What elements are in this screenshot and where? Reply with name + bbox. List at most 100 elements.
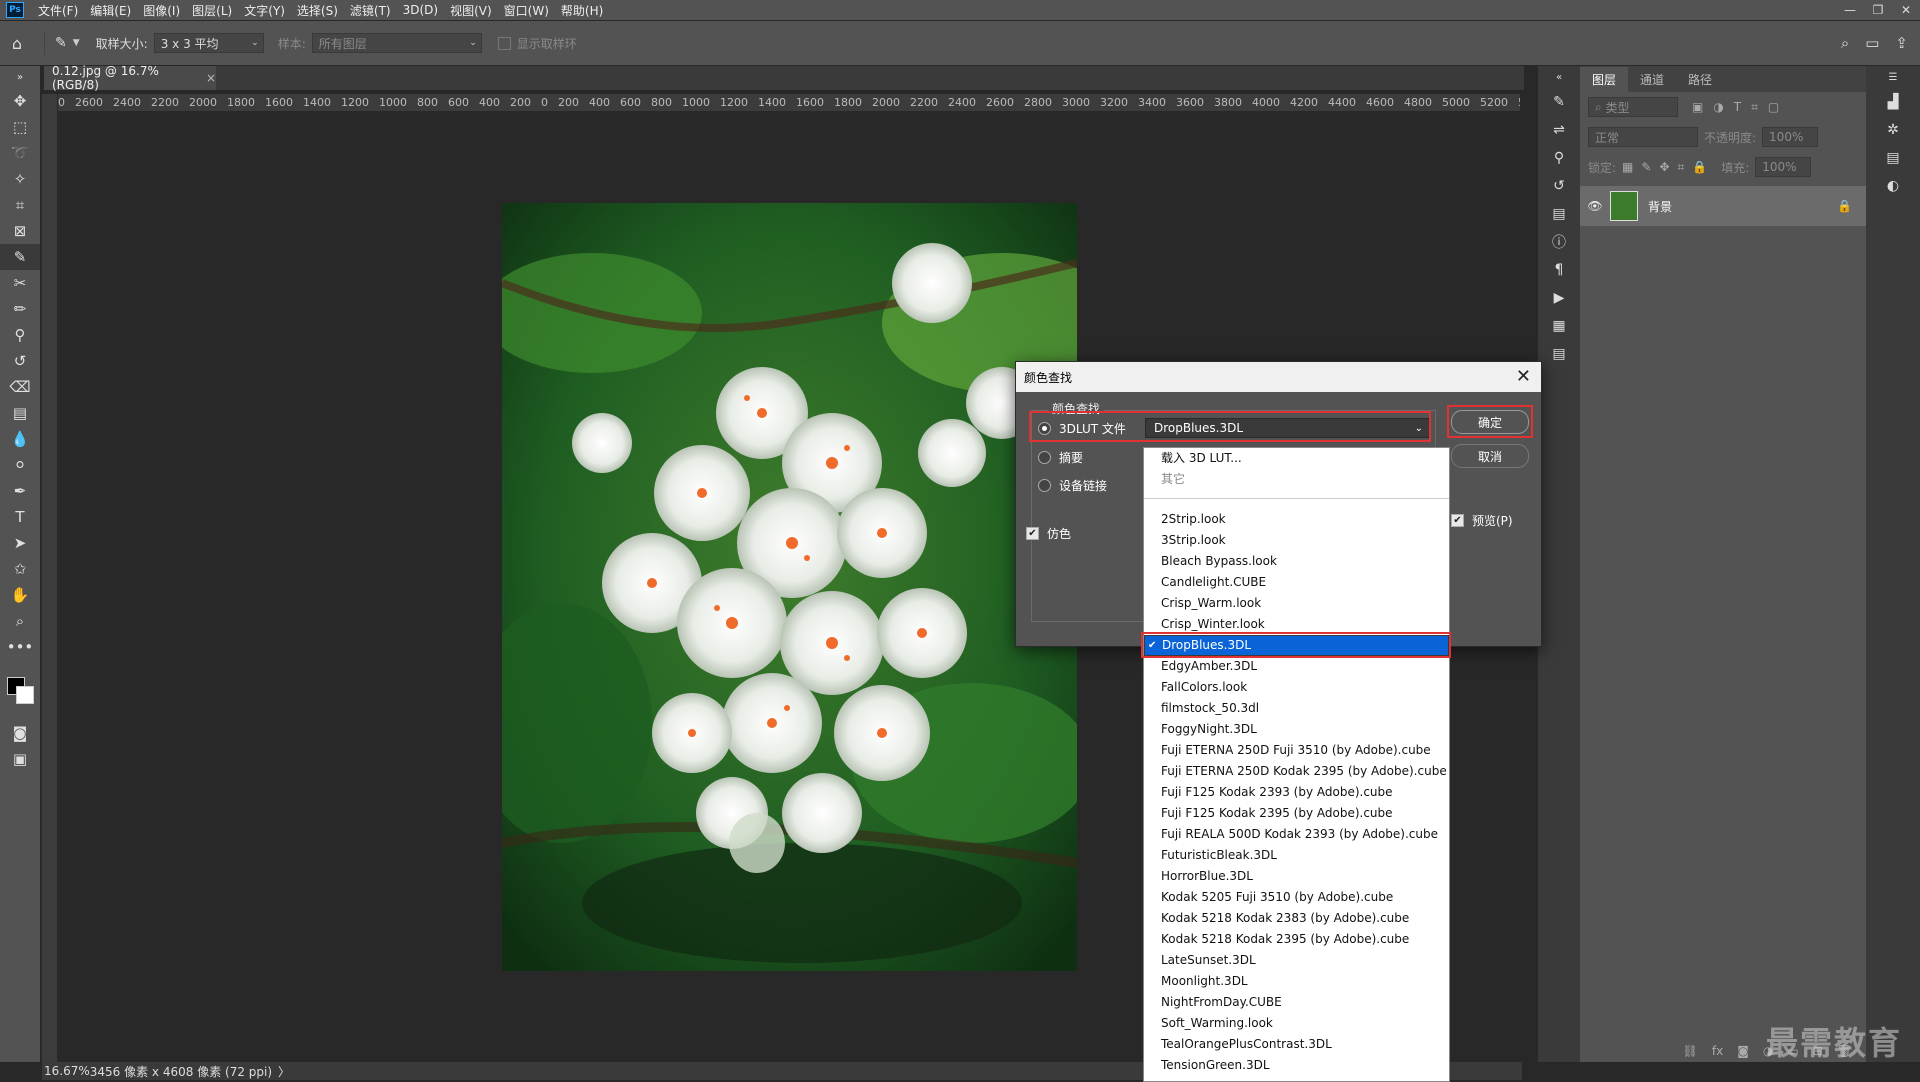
lock-icons[interactable]: ▦✎✥⌗🔒 [1622,160,1715,175]
tab-close-icon[interactable]: × [206,71,216,85]
zoom-level[interactable]: 16.67% [44,1064,90,1078]
lut-item[interactable]: Kodak 5218 Kodak 2395 (by Adobe).cube [1144,929,1449,950]
path-select-tool-icon[interactable]: ➤ [0,530,40,556]
add-mask-icon[interactable]: ◙ [1737,1044,1749,1058]
eraser-tool-icon[interactable]: ⌫ [0,374,40,400]
document-tab[interactable]: 0.12.jpg @ 16.7%(RGB/8) × [44,64,216,92]
lut-item[interactable]: NightFromDay.CUBE [1144,992,1449,1013]
lut-item[interactable]: FoggyNight.3DL [1144,719,1449,740]
lut-item[interactable]: Kodak 5205 Fuji 3510 (by Adobe).cube [1144,887,1449,908]
color-icon[interactable]: ◐ [1866,172,1920,200]
load-3d-lut-item[interactable]: 载入 3D LUT... [1144,448,1449,469]
workspace-icon[interactable]: ▭ [1865,34,1879,52]
dodge-tool-icon[interactable]: ⚪ [0,452,40,478]
layer-filter-select[interactable]: ⌕ 类型 [1588,97,1678,117]
eyedropper-preset-icon[interactable]: ✎ [55,35,67,51]
preview-checkbox[interactable]: ✔ [1451,514,1464,527]
menu-file[interactable]: 文件(F) [32,2,84,19]
history-icon[interactable]: ↺ [1538,172,1580,200]
marquee-tool-icon[interactable]: ⬚ [0,114,40,140]
lut-item[interactable]: Fuji F125 Kodak 2395 (by Adobe).cube [1144,803,1449,824]
lut-item[interactable]: 2Strip.look [1144,509,1449,530]
info-icon[interactable]: ⓘ [1538,228,1580,256]
radio-device-link-button[interactable] [1038,479,1051,492]
adjust-icon[interactable]: ⇌ [1538,116,1580,144]
radio-abstract[interactable]: 摘要 [1038,449,1083,466]
collapse-icon[interactable]: « [1538,66,1580,88]
blend-mode-select[interactable]: 正常 [1588,127,1698,147]
sample-select[interactable]: 所有图层 ⌄ [311,33,482,53]
brush-tool-icon[interactable]: ✏ [0,296,40,322]
restore-icon[interactable]: ❐ [1864,3,1892,17]
type-tool-icon[interactable]: T [0,504,40,530]
actions-play-icon[interactable]: ▶ [1538,284,1580,312]
preview-checkbox-row[interactable]: ✔ 预览(P) [1451,512,1513,529]
menu-image[interactable]: 图像(I) [137,2,186,19]
screen-mode-icon[interactable]: ▣ [0,746,40,772]
chevron-right-icon[interactable]: 〉 [278,1063,290,1080]
blur-tool-icon[interactable]: 💧 [0,426,40,452]
lut-item[interactable]: Candlelight.CUBE [1144,572,1449,593]
lut-item[interactable]: EdgyAmber.3DL [1144,656,1449,677]
menu-edit[interactable]: 编辑(E) [84,2,137,19]
quick-mask-icon[interactable]: ◙ [0,720,40,746]
histogram-icon[interactable]: ▟ [1866,88,1920,116]
fill-input[interactable]: 100% [1755,157,1812,177]
lut-item[interactable]: FallColors.look [1144,677,1449,698]
layer-row-background[interactable]: 👁 背景 🔒 [1580,186,1866,226]
tab-channels[interactable]: 通道 [1628,67,1676,92]
menu-window[interactable]: 窗口(W) [498,2,555,19]
pen-tool-icon[interactable]: ✒ [0,478,40,504]
lut-item[interactable]: 3Strip.look [1144,530,1449,551]
filter-icons[interactable]: ▣◑T⌗▢ [1692,100,1789,115]
glyphs-icon[interactable]: ¶ [1538,256,1580,284]
more-tools-icon[interactable]: ••• [0,634,40,660]
quick-select-tool-icon[interactable]: ✧ [0,166,40,192]
lut-item[interactable]: Fuji ETERNA 250D Kodak 2395 (by Adobe).c… [1144,761,1449,782]
tab-paths[interactable]: 路径 [1676,67,1724,92]
lut-item[interactable]: Kodak 5218 Kodak 2383 (by Adobe).cube [1144,908,1449,929]
menu-help[interactable]: 帮助(H) [555,2,609,19]
fx-icon[interactable]: fx [1712,1044,1723,1058]
panel-menu-icon[interactable]: ☰ [1866,66,1920,88]
eyedropper-tool-icon[interactable]: ✎ [0,244,40,270]
lasso-tool-icon[interactable]: ➰ [0,140,40,166]
gradient-tool-icon[interactable]: ▤ [0,400,40,426]
sample-size-select[interactable]: 3 x 3 平均 ⌄ [153,33,264,53]
menu-view[interactable]: 视图(V) [444,2,498,19]
lut-item[interactable]: HorrorBlue.3DL [1144,866,1449,887]
lut-item[interactable]: Fuji F125 Kodak 2393 (by Adobe).cube [1144,782,1449,803]
lut-item[interactable]: Bleach Bypass.look [1144,551,1449,572]
lut-item[interactable]: Fuji ETERNA 250D Fuji 3510 (by Adobe).cu… [1144,740,1449,761]
tab-layers[interactable]: 图层 [1580,67,1629,92]
show-ring-checkbox[interactable] [497,36,511,50]
opacity-input[interactable]: 100% [1762,127,1819,147]
move-tool-icon[interactable]: ✥ [0,88,40,114]
lut-item[interactable]: FuturisticBleak.3DL [1144,845,1449,866]
lut-item[interactable]: Fuji REALA 500D Kodak 2393 (by Adobe).cu… [1144,824,1449,845]
lut-item[interactable]: Crisp_Warm.look [1144,593,1449,614]
close-window-icon[interactable]: ✕ [1892,3,1920,17]
lut-item[interactable]: Moonlight.3DL [1144,971,1449,992]
hand-tool-icon[interactable]: ✋ [0,582,40,608]
chevron-down-icon[interactable]: ▼ [73,38,80,48]
menu-select[interactable]: 选择(S) [291,2,344,19]
zoom-tool-icon[interactable]: ⌕ [0,608,40,634]
lut-item[interactable]: TealOrangePlusContrast.3DL [1144,1034,1449,1055]
background-color[interactable] [16,686,34,704]
crop-tool-icon[interactable]: ⌗ [0,192,40,218]
home-icon[interactable]: ⌂ [0,34,34,53]
properties-icon[interactable]: ▤ [1538,200,1580,228]
color-swatches[interactable] [0,660,40,720]
clone-source-icon[interactable]: ⚲ [1538,144,1580,172]
menu-3d[interactable]: 3D(D) [397,3,444,17]
stamp-tool-icon[interactable]: ⚲ [0,322,40,348]
menu-layer[interactable]: 图层(L) [186,2,238,19]
link-layers-icon[interactable]: ⛓ [1683,1044,1698,1058]
brush-settings-icon[interactable]: ✎ [1538,88,1580,116]
menu-filter[interactable]: 滤镜(T) [344,2,397,19]
dither-checkbox[interactable]: ✔ [1026,527,1039,540]
dialog-close-icon[interactable]: ✕ [1516,366,1531,387]
navigator-icon[interactable]: ✲ [1866,116,1920,144]
swatches-icon[interactable]: ▤ [1866,144,1920,172]
